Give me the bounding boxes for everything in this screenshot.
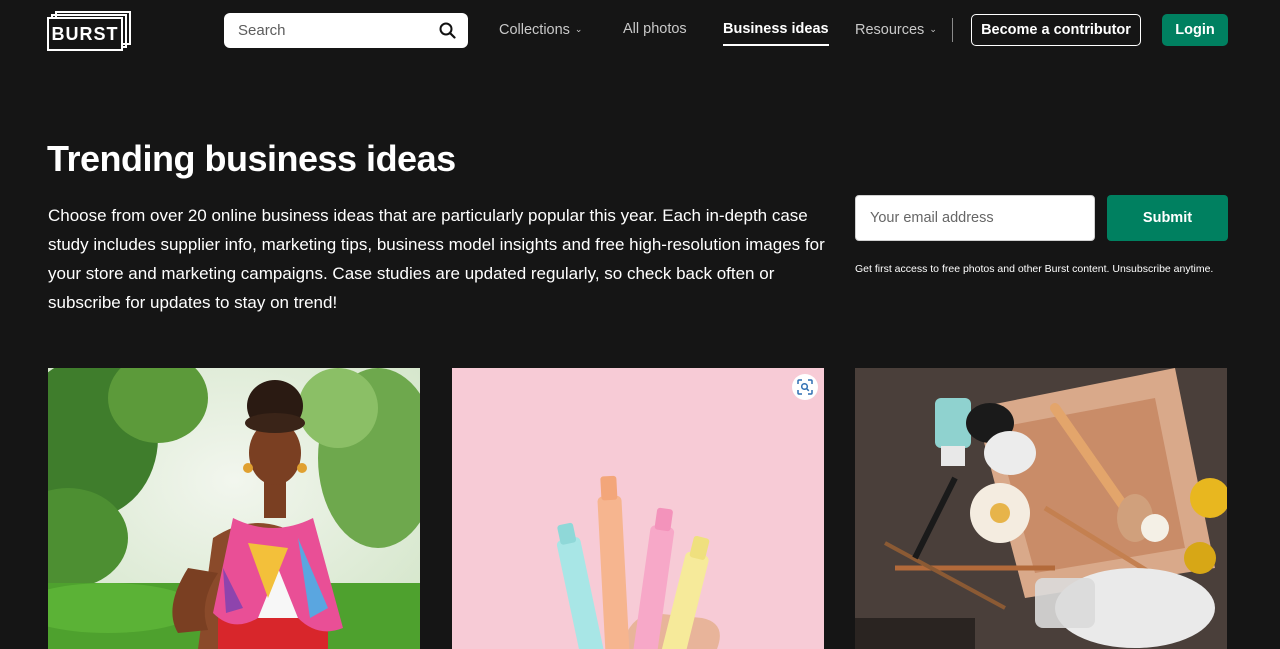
- photo-pastel-highlighters: [452, 368, 824, 649]
- search-icon[interactable]: [438, 22, 456, 40]
- photo-card-highlighters[interactable]: [452, 368, 824, 649]
- search-input[interactable]: [236, 21, 438, 40]
- nav-all-photos[interactable]: All photos: [623, 20, 687, 38]
- page-title: Trending business ideas: [47, 138, 456, 179]
- photo-card-woman-scarf[interactable]: [48, 368, 420, 649]
- nav-business-ideas-label: Business ideas: [723, 21, 829, 37]
- nav-collections[interactable]: Collections ⌄: [499, 20, 582, 39]
- nav-resources-label: Resources: [855, 22, 925, 38]
- nav-divider: [952, 18, 953, 42]
- site-header: BURST Collections ⌄ All photos Business i…: [0, 0, 1280, 62]
- photo-makeup-brushes: [855, 368, 1227, 649]
- subscribe-note: Get first access to free photos and othe…: [855, 263, 1214, 275]
- nav-all-photos-label: All photos: [623, 21, 687, 37]
- become-contributor-button[interactable]: Become a contributor: [971, 14, 1141, 46]
- logo-wordmark: BURST: [47, 17, 123, 51]
- login-button[interactable]: Login: [1162, 14, 1228, 46]
- nav-resources[interactable]: Resources ⌄: [855, 20, 937, 39]
- nav-collections-label: Collections: [499, 22, 570, 38]
- photo-card-makeup[interactable]: [855, 368, 1227, 649]
- submit-button[interactable]: Submit: [1107, 195, 1228, 241]
- nav-business-ideas[interactable]: Business ideas: [723, 20, 829, 46]
- email-field[interactable]: [855, 195, 1095, 241]
- chevron-down-icon: ⌄: [929, 24, 937, 34]
- photo-woman-in-scarf: [48, 368, 420, 649]
- burst-logo[interactable]: BURST: [47, 11, 131, 51]
- page-description: Choose from over 20 online business idea…: [48, 206, 825, 312]
- visual-search-icon[interactable]: [792, 374, 818, 400]
- chevron-down-icon: ⌄: [574, 24, 583, 34]
- search-box: [224, 13, 468, 48]
